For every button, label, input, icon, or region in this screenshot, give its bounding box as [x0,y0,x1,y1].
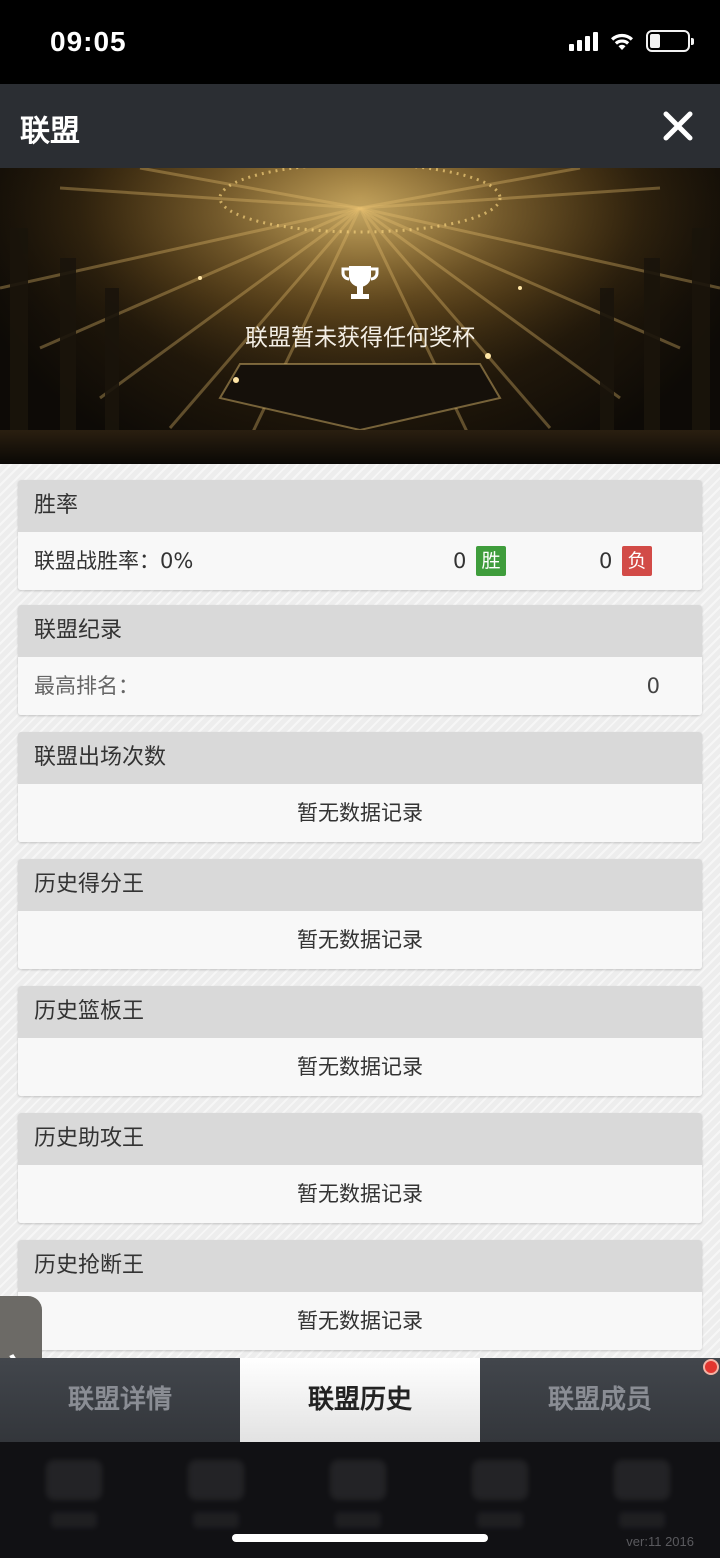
empty-record-text: 暂无数据记录 [18,1292,702,1350]
highest-rank-row: 最高排名： 0 [18,657,702,715]
card-title: 历史篮板王 [18,986,702,1038]
card-title: 历史得分王 [18,859,702,911]
record-card: 联盟纪录 最高排名： 0 [18,605,702,715]
tab-label: 联盟成员 [547,1385,652,1415]
status-icons [569,30,694,52]
empty-record-text: 暂无数据记录 [18,1038,702,1096]
empty-record-text: 暂无数据记录 [18,1165,702,1223]
stage-lights-decoration [0,168,720,464]
loss-badge: 负 [622,546,652,576]
tab-bar: 联盟详情 联盟历史 联盟成员 [0,1358,720,1442]
empty-record-text: 暂无数据记录 [18,911,702,969]
blurred-nav-icon [330,1460,386,1500]
blurred-nav-icon [614,1460,670,1500]
assist-king-card: 历史助攻王 暂无数据记录 [18,1113,702,1223]
highest-rank-label: 最高排名： [34,674,139,698]
scoring-king-card: 历史得分王 暂无数据记录 [18,859,702,969]
version-label: ver:11 2016 [626,1534,694,1549]
win-rate-row: 联盟战胜率：0% 0 胜 0 负 [18,532,702,590]
battery-icon [646,30,694,52]
blurred-nav-icon [188,1460,244,1500]
empty-record-text: 暂无数据记录 [18,784,702,842]
card-title: 胜率 [18,480,702,532]
tab-league-history[interactable]: 联盟历史 [240,1358,480,1442]
blurred-nav-label [619,1512,665,1528]
card-title: 联盟纪录 [18,605,702,657]
appearances-card: 联盟出场次数 暂无数据记录 [18,732,702,842]
status-bar: 09:05 [0,0,720,84]
card-title: 历史助攻王 [18,1113,702,1165]
blurred-nav-label [193,1512,239,1528]
status-time: 09:05 [50,26,127,57]
trophy-icon [341,266,379,299]
blurred-nav-icon [472,1460,528,1500]
header-bar: 联盟 [0,84,720,168]
card-title: 历史抢断王 [18,1240,702,1292]
tab-league-members[interactable]: 联盟成员 [480,1358,720,1442]
card-title: 联盟出场次数 [18,732,702,784]
blurred-nav-label [335,1512,381,1528]
close-button[interactable] [658,106,698,146]
blurred-nav-icon [46,1460,102,1500]
no-trophy-message: 联盟暂未获得任何奖杯 [245,325,475,351]
wifi-icon [611,33,633,50]
win-badge: 胜 [476,546,506,576]
loss-count: 0 [599,549,613,573]
page-title: 联盟 [20,114,80,149]
win-rate-card: 胜率 联盟战胜率：0% 0 胜 0 负 [18,480,702,590]
notification-dot [703,1359,719,1375]
highest-rank-value: 0 [646,674,660,698]
win-count: 0 [453,549,467,573]
blurred-nav-label [477,1512,523,1528]
steal-king-card: 历史抢断王 暂无数据记录 [18,1240,702,1350]
tab-league-details[interactable]: 联盟详情 [0,1358,240,1442]
history-content: 胜率 联盟战胜率：0% 0 胜 0 负 联盟纪录 最高排名： 0 联盟出场次数 … [0,464,720,1358]
win-rate-label: 联盟战胜率：0% [34,549,194,573]
cellular-signal-icon [569,31,598,51]
blurred-nav-label [51,1512,97,1528]
home-indicator[interactable] [232,1534,488,1542]
rebound-king-card: 历史篮板王 暂无数据记录 [18,986,702,1096]
trophy-banner: 联盟暂未获得任何奖杯 [0,168,720,464]
